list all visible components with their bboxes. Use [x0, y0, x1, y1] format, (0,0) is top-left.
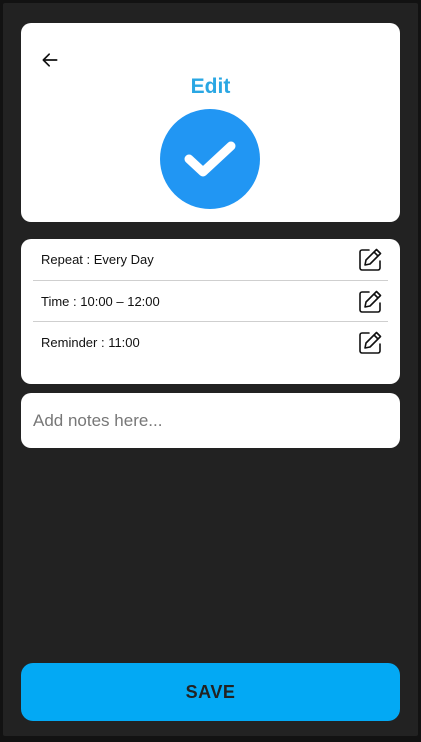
setting-row-time: Time : 10:00 – 12:00 — [33, 280, 388, 322]
edit-icon — [359, 331, 382, 354]
edit-icon — [359, 290, 382, 313]
arrow-left-icon — [42, 53, 58, 67]
setting-label-repeat: Repeat : Every Day — [41, 252, 154, 267]
settings-card: Repeat : Every Day Time : 10:00 – 12:00 — [21, 239, 400, 384]
save-button[interactable]: SAVE — [21, 663, 400, 721]
setting-label-time: Time : 10:00 – 12:00 — [41, 294, 160, 309]
edit-repeat-button[interactable] — [356, 246, 384, 274]
page-title: Edit — [190, 75, 231, 98]
notes-card — [21, 393, 400, 448]
screen: Edit Repeat : Every Day Time : 10:00 – 1… — [3, 3, 418, 736]
edit-time-button[interactable] — [356, 288, 384, 316]
edit-icon — [359, 248, 382, 271]
header-card: Edit — [21, 23, 400, 222]
back-button[interactable] — [37, 47, 63, 73]
setting-label-reminder: Reminder : 11:00 — [41, 335, 140, 350]
edit-reminder-button[interactable] — [356, 329, 384, 357]
setting-row-reminder: Reminder : 11:00 — [33, 321, 388, 363]
setting-row-repeat: Repeat : Every Day — [33, 239, 388, 280]
status-badge — [160, 109, 260, 209]
notes-input[interactable] — [21, 393, 400, 448]
checkmark-icon — [184, 141, 236, 177]
